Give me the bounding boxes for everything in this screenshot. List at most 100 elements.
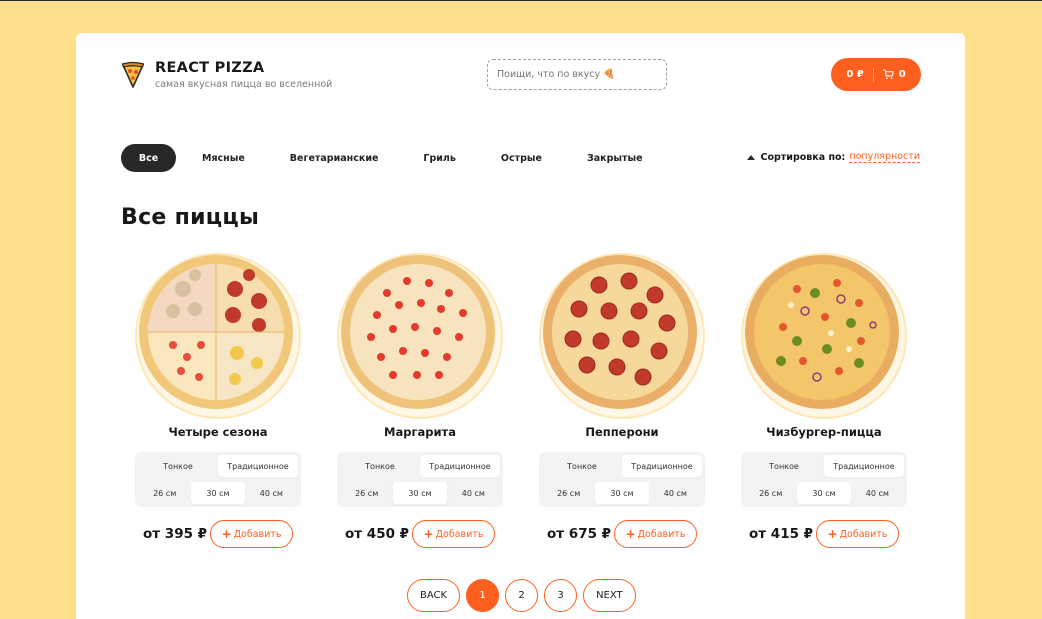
pizza-pepperoni-image — [539, 253, 705, 419]
size-row: 26 см 30 см 40 см — [340, 482, 500, 504]
pizza-card: Маргарита Тонкое Традиционное 26 см 30 с… — [337, 253, 503, 548]
pizza-image — [741, 253, 907, 419]
size-option-30[interactable]: 30 см — [595, 482, 649, 504]
cart-button[interactable]: 0 ₽ 0 — [831, 58, 921, 91]
sort-arrow-icon[interactable] — [746, 154, 755, 160]
dough-option-thin[interactable]: Тонкое — [744, 455, 824, 477]
pizza-bottom: от 395 ₽ + Добавить — [135, 520, 301, 548]
pizza-options: Тонкое Традиционное 26 см 30 см 40 см — [539, 452, 705, 507]
cart-count: 0 — [898, 69, 906, 80]
page-container: REACT PIZZA самая вкусная пицца во вселе… — [76, 33, 965, 619]
category-meat[interactable]: Мясные — [202, 144, 245, 172]
category-closed[interactable]: Закрытые — [587, 144, 643, 172]
cart-total: 0 ₽ — [846, 69, 864, 80]
add-button[interactable]: + Добавить — [614, 520, 697, 548]
page-title: Все пиццы — [121, 205, 260, 230]
dough-type-row: Тонкое Традиционное — [542, 455, 702, 477]
pizza-logo-icon — [121, 61, 145, 88]
size-option-26[interactable]: 26 см — [542, 482, 595, 504]
dough-option-traditional[interactable]: Традиционное — [622, 455, 702, 477]
pizza-bottom: от 415 ₽ + Добавить — [741, 520, 907, 548]
dough-type-row: Тонкое Традиционное — [340, 455, 500, 477]
add-button-label: Добавить — [839, 528, 888, 540]
size-option-30[interactable]: 30 см — [191, 482, 245, 504]
pizza-bottom: от 450 ₽ + Добавить — [337, 520, 503, 548]
size-row: 26 см 30 см 40 см — [542, 482, 702, 504]
add-button-label: Добавить — [637, 528, 686, 540]
pizza-name: Пепперони — [585, 425, 659, 439]
top-border — [0, 0, 1042, 1]
pizza-price: от 675 ₽ — [547, 526, 612, 542]
add-button-label: Добавить — [233, 528, 282, 540]
pizza-options: Тонкое Традиционное 26 см 30 см 40 см — [135, 452, 301, 507]
category-list: Все Мясные Вегетарианские Гриль Острые З… — [121, 144, 643, 172]
category-spicy[interactable]: Острые — [501, 144, 542, 172]
size-option-26[interactable]: 26 см — [744, 482, 797, 504]
add-button-label: Добавить — [435, 528, 484, 540]
category-grill[interactable]: Гриль — [423, 144, 455, 172]
pizza-name: Чизбургер-пицца — [766, 425, 882, 439]
dough-type-row: Тонкое Традиционное — [138, 455, 298, 477]
dough-option-traditional[interactable]: Традиционное — [824, 455, 904, 477]
plus-icon: + — [625, 527, 636, 541]
search-placeholder: Поищи, что по вкусу 🍕 — [497, 69, 615, 80]
dough-option-thin[interactable]: Тонкое — [542, 455, 622, 477]
size-option-26[interactable]: 26 см — [138, 482, 191, 504]
sort-value[interactable]: популярности — [849, 151, 920, 163]
sort-label: Сортировка по: — [760, 151, 846, 163]
pizza-price: от 415 ₽ — [749, 526, 814, 542]
pizza-name: Четыре сезона — [168, 425, 268, 439]
size-option-30[interactable]: 30 см — [797, 482, 851, 504]
add-button[interactable]: + Добавить — [210, 520, 293, 548]
logo[interactable]: REACT PIZZA самая вкусная пицца во вселе… — [121, 59, 332, 90]
pizza-image — [337, 253, 503, 419]
pizza-image — [539, 253, 705, 419]
pagination-next-button[interactable]: NEXT — [583, 579, 636, 612]
dough-option-traditional[interactable]: Традиционное — [218, 455, 298, 477]
pizza-price: от 450 ₽ — [345, 526, 410, 542]
pizza-price: от 395 ₽ — [143, 526, 208, 542]
size-option-26[interactable]: 26 см — [340, 482, 393, 504]
brand-subtitle: самая вкусная пицца во вселенной — [155, 79, 333, 90]
pagination-page-1[interactable]: 1 — [466, 579, 500, 612]
pizza-margherita-image — [337, 253, 503, 419]
pizza-card: Чизбургер-пицца Тонкое Традиционное 26 с… — [741, 253, 907, 548]
pagination-page-2[interactable]: 2 — [505, 579, 539, 612]
pizza-options: Тонкое Традиционное 26 см 30 см 40 см — [337, 452, 503, 507]
pizza-options: Тонкое Традиционное 26 см 30 см 40 см — [741, 452, 907, 507]
size-option-30[interactable]: 30 см — [393, 482, 447, 504]
size-option-40[interactable]: 40 см — [851, 482, 904, 504]
pizza-cheeseburger-image — [741, 253, 907, 419]
pizza-image — [135, 253, 301, 419]
dough-option-thin[interactable]: Тонкое — [138, 455, 218, 477]
pizza-card: Пепперони Тонкое Традиционное 26 см 30 с… — [539, 253, 705, 548]
plus-icon: + — [221, 527, 232, 541]
add-button[interactable]: + Добавить — [412, 520, 495, 548]
plus-icon: + — [827, 527, 838, 541]
size-option-40[interactable]: 40 см — [649, 482, 702, 504]
size-option-40[interactable]: 40 см — [245, 482, 298, 504]
pagination: BACK 1 2 3 NEXT — [407, 579, 642, 612]
dough-option-thin[interactable]: Тонкое — [340, 455, 420, 477]
cart-icon — [882, 69, 894, 80]
logo-text: REACT PIZZA самая вкусная пицца во вселе… — [155, 59, 332, 90]
dough-type-row: Тонкое Традиционное — [744, 455, 904, 477]
size-option-40[interactable]: 40 см — [447, 482, 500, 504]
brand-title: REACT PIZZA — [155, 60, 265, 76]
size-row: 26 см 30 см 40 см — [744, 482, 904, 504]
add-button[interactable]: + Добавить — [816, 520, 899, 548]
category-vegetarian[interactable]: Вегетарианские — [290, 144, 379, 172]
category-all[interactable]: Все — [121, 144, 176, 172]
sort-control: Сортировка по: популярности — [746, 151, 920, 163]
search-input[interactable]: Поищи, что по вкусу 🍕 — [487, 59, 667, 90]
plus-icon: + — [423, 527, 434, 541]
pagination-page-3[interactable]: 3 — [544, 579, 578, 612]
pizza-four-seasons-image — [135, 253, 301, 419]
pizza-card: Четыре сезона Тонкое Традиционное 26 см … — [135, 253, 301, 548]
size-row: 26 см 30 см 40 см — [138, 482, 298, 504]
dough-option-traditional[interactable]: Традиционное — [420, 455, 500, 477]
pizza-name: Маргарита — [384, 425, 456, 439]
cart-divider — [872, 67, 874, 82]
pagination-back-button[interactable]: BACK — [407, 579, 461, 612]
pizza-bottom: от 675 ₽ + Добавить — [539, 520, 705, 548]
